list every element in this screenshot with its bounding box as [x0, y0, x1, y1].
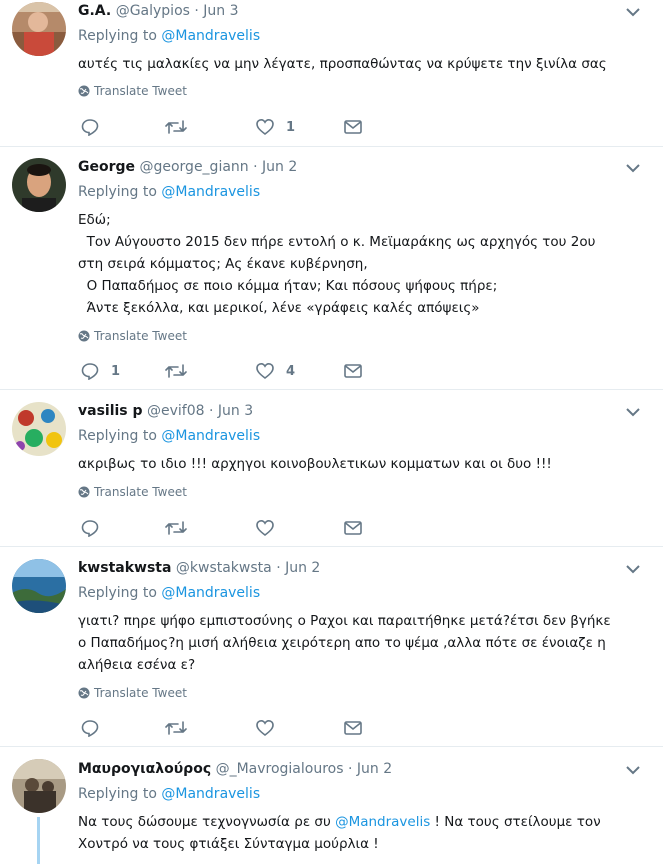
display-name[interactable]: Μαυρογιαλούρος — [78, 761, 211, 777]
avatar[interactable] — [12, 158, 66, 212]
reply-mention-link[interactable]: @Mandravelis — [161, 28, 260, 44]
retweet-button[interactable] — [165, 117, 187, 137]
reply-button[interactable] — [81, 117, 111, 137]
tweet-text: αυτές τις μαλακίες να μην λέγατε, προσπα… — [78, 56, 607, 72]
reply-mention-link[interactable]: @Mandravelis — [161, 428, 260, 444]
tweet[interactable]: G.A. @Galypios · Jun 3 Replying to @Mand… — [0, 0, 663, 147]
tweet[interactable]: vasilis p @evif08 · Jun 3 Replying to @M… — [0, 390, 663, 547]
thread-connector-line — [37, 817, 40, 864]
retweet-icon — [165, 721, 187, 735]
tweet-date[interactable]: Jun 2 — [285, 560, 320, 576]
globe-icon — [78, 330, 90, 342]
tweet-header: George @george_giann · Jun 2 — [78, 159, 298, 175]
tweet[interactable]: kwstakwsta @kwstakwsta · Jun 2 Replying … — [0, 547, 663, 747]
chevron-down-icon[interactable] — [625, 404, 641, 420]
tweet-text: Εδώ; Τον Αύγουστο 2015 δεν πήρε εντολή ο… — [78, 212, 596, 316]
tweet-date[interactable]: Jun 2 — [262, 159, 297, 175]
like-button[interactable]: 4 — [256, 361, 295, 381]
message-button[interactable] — [344, 361, 362, 381]
heart-icon — [256, 519, 274, 537]
like-button[interactable]: 1 — [256, 117, 295, 137]
replying-to: Replying to @Mandravelis — [78, 786, 261, 802]
user-handle[interactable]: @Galypios — [116, 3, 190, 19]
user-handle[interactable]: @kwstakwsta — [176, 560, 272, 576]
tweet-actions: 1 4 — [78, 361, 378, 381]
envelope-icon — [344, 521, 362, 535]
display-name[interactable]: vasilis p — [78, 403, 143, 419]
retweet-icon — [165, 364, 187, 378]
replying-to: Replying to @Mandravelis — [78, 428, 261, 444]
replying-to: Replying to @Mandravelis — [78, 28, 261, 44]
user-handle[interactable]: @evif08 — [147, 403, 205, 419]
replying-to: Replying to @Mandravelis — [78, 585, 261, 601]
avatar[interactable] — [12, 559, 66, 613]
message-button[interactable] — [344, 518, 362, 538]
tweet[interactable]: George @george_giann · Jun 2 Replying to… — [0, 147, 663, 390]
heart-icon — [256, 118, 274, 136]
translate-tweet-link[interactable]: Translate Tweet — [78, 686, 187, 700]
tweet-actions: 1 — [78, 117, 378, 137]
reply-mention-link[interactable]: @Mandravelis — [161, 585, 260, 601]
tweet-date[interactable]: Jun 3 — [218, 403, 253, 419]
chevron-down-icon[interactable] — [625, 160, 641, 176]
tweet-actions — [78, 518, 378, 538]
globe-icon — [78, 85, 90, 97]
tweet-date[interactable]: Jun 2 — [357, 761, 392, 777]
tweet-actions — [78, 718, 378, 738]
chevron-down-icon[interactable] — [625, 4, 641, 20]
retweet-button[interactable] — [165, 361, 187, 381]
retweet-button[interactable] — [165, 518, 187, 538]
avatar[interactable] — [12, 2, 66, 56]
reply-icon — [81, 363, 99, 380]
translate-tweet-link[interactable]: Translate Tweet — [78, 485, 187, 499]
tweet-text: ακριβως το ιδιο !!! αρχηγοι κοινοβουλετι… — [78, 456, 552, 472]
reply-icon — [81, 520, 99, 537]
tweet[interactable]: Μαυρογιαλούρος @_Mavrogialouros · Jun 2 … — [0, 747, 663, 864]
tweet-text: Να τους δώσουμε τεχνογνωσία ρε συ @Mandr… — [78, 814, 601, 852]
reply-button[interactable]: 1 — [81, 361, 120, 381]
envelope-icon — [344, 721, 362, 735]
chevron-down-icon[interactable] — [625, 561, 641, 577]
tweet-header: G.A. @Galypios · Jun 3 — [78, 3, 239, 19]
heart-icon — [256, 719, 274, 737]
retweet-icon — [165, 120, 187, 134]
retweet-icon — [165, 521, 187, 535]
chevron-down-icon[interactable] — [625, 762, 641, 778]
avatar[interactable] — [12, 402, 66, 456]
user-handle[interactable]: @_Mavrogialouros — [216, 761, 344, 777]
message-button[interactable] — [344, 117, 362, 137]
tweet-header: vasilis p @evif08 · Jun 3 — [78, 403, 254, 419]
retweet-button[interactable] — [165, 718, 187, 738]
globe-icon — [78, 486, 90, 498]
reply-button[interactable] — [81, 718, 99, 738]
tweet-text: γιατι? πηρε ψήφο εμπιστοσύνης ο Ραχοι κα… — [78, 613, 611, 673]
tweet-date[interactable]: Jun 3 — [203, 3, 238, 19]
display-name[interactable]: kwstakwsta — [78, 560, 171, 576]
translate-tweet-link[interactable]: Translate Tweet — [78, 84, 187, 98]
like-button[interactable] — [256, 718, 274, 738]
user-handle[interactable]: @george_giann — [139, 159, 248, 175]
inline-mention-link[interactable]: @Mandravelis — [335, 814, 430, 830]
avatar[interactable] — [12, 759, 66, 813]
replying-to: Replying to @Mandravelis — [78, 184, 261, 200]
reply-button[interactable] — [81, 518, 99, 538]
heart-icon — [256, 362, 274, 380]
envelope-icon — [344, 120, 362, 134]
reply-icon — [81, 720, 99, 737]
reply-mention-link[interactable]: @Mandravelis — [161, 184, 260, 200]
reply-mention-link[interactable]: @Mandravelis — [161, 786, 260, 802]
tweet-header: Μαυρογιαλούρος @_Mavrogialouros · Jun 2 — [78, 761, 393, 777]
display-name[interactable]: G.A. — [78, 3, 111, 19]
reply-icon — [81, 119, 99, 136]
translate-tweet-link[interactable]: Translate Tweet — [78, 329, 187, 343]
globe-icon — [78, 687, 90, 699]
envelope-icon — [344, 364, 362, 378]
like-button[interactable] — [256, 518, 274, 538]
message-button[interactable] — [344, 718, 362, 738]
tweet-header: kwstakwsta @kwstakwsta · Jun 2 — [78, 560, 321, 576]
display-name[interactable]: George — [78, 159, 135, 175]
